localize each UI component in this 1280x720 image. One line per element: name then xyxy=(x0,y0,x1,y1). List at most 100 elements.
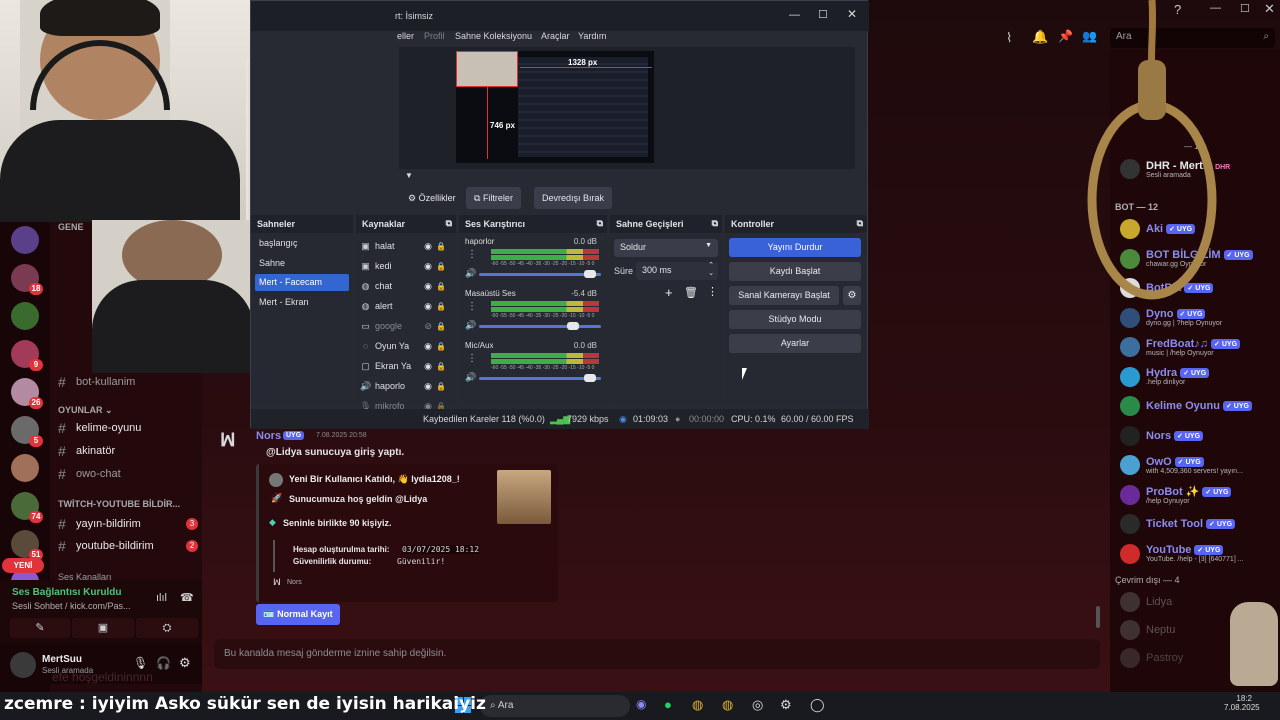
visibility-eye-icon[interactable]: ◉ xyxy=(424,381,432,392)
lock-icon[interactable]: 🔒 xyxy=(436,242,446,251)
nors-avatar[interactable]: ꟽ xyxy=(220,430,244,454)
lock-icon[interactable]: 🔒 xyxy=(436,322,446,331)
server-icon[interactable]: 9 xyxy=(11,340,43,371)
voice-channel[interactable]: Sesli Sohbet / kick.com/Pas... xyxy=(12,601,147,611)
menu-item-tools[interactable]: Araçlar xyxy=(541,31,570,41)
members-icon[interactable]: 👥 xyxy=(1082,29,1097,43)
properties-button[interactable]: ⚙ Özellikler xyxy=(400,187,464,209)
source-item[interactable]: ▢ Ekran Ya ◉ 🔒 xyxy=(360,357,446,375)
channel-menu-icon[interactable]: ⋮ xyxy=(467,249,477,260)
duration-stepper[interactable]: 300 ms ⌃ ⌄ xyxy=(636,262,718,280)
more-options-icon[interactable]: ⋮ xyxy=(707,285,718,298)
avatar[interactable] xyxy=(10,652,36,678)
scene-item[interactable]: Sahne xyxy=(255,255,349,272)
studio-mode-button[interactable]: Stüdyo Modu xyxy=(729,310,861,329)
channel-youtube-bildirim[interactable]: # youtube-bildirim 2 xyxy=(58,536,198,556)
close-icon[interactable]: ✕ xyxy=(847,7,857,21)
menu-item-help[interactable]: Yardım xyxy=(578,31,606,41)
virtual-camera-settings-icon[interactable]: ⚙ xyxy=(843,286,861,305)
chrome-profile-icon[interactable]: ◍ xyxy=(722,697,733,713)
steam-icon[interactable]: ⚙ xyxy=(780,697,792,713)
server-icon[interactable]: 74 xyxy=(11,492,43,523)
channel-bot-kullanim[interactable]: # bot-kullanim xyxy=(58,372,198,392)
member-row-bot[interactable]: YouTube ✓ UYG YouTube. /help - [3] [640771… xyxy=(1120,541,1280,567)
dock-float-icon[interactable]: ⧉ xyxy=(446,218,452,229)
visibility-eye-icon[interactable]: ◉ xyxy=(424,241,432,252)
deactivate-button[interactable]: Devredışı Bırak xyxy=(534,187,613,209)
message-composer[interactable]: Bu kanalda mesaj gönderme iznine sahip d… xyxy=(214,639,1100,669)
visibility-eye-icon[interactable]: ◉ xyxy=(424,361,432,372)
visibility-eye-icon[interactable]: ◉ xyxy=(424,301,432,312)
source-item[interactable]: ▣ kedi ◉ 🔒 xyxy=(360,257,446,275)
member-row-bot[interactable]: Hydra ✓ UYG .help dinliyor xyxy=(1120,364,1280,390)
visibility-eye-icon[interactable]: ⊘ xyxy=(424,321,432,332)
server-icon[interactable]: 51 xyxy=(11,530,43,561)
lock-icon[interactable]: 🔒 xyxy=(436,362,446,371)
server-icon[interactable] xyxy=(11,302,39,330)
maximize-icon[interactable]: ☐ xyxy=(1240,2,1250,15)
normal-register-button[interactable]: 🪪 Normal Kayıt xyxy=(256,604,340,625)
member-row-bot[interactable]: OwO ✓ UYG with 4,509,360 servers! yayın... xyxy=(1120,452,1280,478)
taskbar-clock[interactable]: 18:2 7.08.2025 xyxy=(1224,694,1260,712)
scrollbar[interactable] xyxy=(1096,606,1100,628)
pin-icon[interactable]: 📌 xyxy=(1058,29,1073,43)
visibility-eye-icon[interactable]: ◉ xyxy=(424,341,432,352)
help-icon[interactable]: ? xyxy=(1174,2,1181,17)
dock-float-icon[interactable]: ⧉ xyxy=(597,218,603,229)
slider-handle[interactable] xyxy=(584,270,596,278)
stop-streaming-button[interactable]: Yayını Durdur xyxy=(729,238,861,257)
collapse-arrow-icon[interactable]: ▼ xyxy=(405,171,413,180)
member-row-bot[interactable]: ProBot ✨ ✓ UYG/help Oynuyor xyxy=(1120,482,1280,508)
source-item[interactable]: ▣ halat ◉ 🔒 xyxy=(360,237,446,255)
headphones-icon[interactable]: 🎧 xyxy=(156,656,171,670)
filters-button[interactable]: ⧉ Filtreler xyxy=(466,187,521,209)
channel-menu-icon[interactable]: ⋮ xyxy=(467,301,477,312)
taskbar-search[interactable]: ⌕ Ara xyxy=(480,695,630,717)
category-oyunlar[interactable]: OYUNLAR ⌄ xyxy=(58,405,113,416)
member-row[interactable]: DHR - Mert... DHR Sesli aramada xyxy=(1120,156,1280,182)
chrome-icon[interactable]: ◍ xyxy=(692,697,703,713)
channel-kelime-oyunu[interactable]: # kelime-oyunu xyxy=(58,418,198,438)
slider-handle[interactable] xyxy=(567,322,579,330)
visibility-eye-icon[interactable]: ◉ xyxy=(424,281,432,292)
lock-icon[interactable]: 🔒 xyxy=(436,342,446,351)
server-icon[interactable] xyxy=(11,226,39,254)
speaker-icon[interactable]: 🔊 xyxy=(465,372,476,383)
server-icon[interactable]: 18 xyxy=(11,264,43,295)
member-row-bot[interactable]: FredBoat♪♫ ✓ UYG music | /help Oynuyor xyxy=(1120,334,1280,360)
source-item[interactable]: ◌ Oyun Ya ◉ 🔒 xyxy=(360,337,446,355)
new-badge[interactable]: YENİ xyxy=(2,558,44,573)
source-item[interactable]: ◍ chat ◉ 🔒 xyxy=(360,277,446,295)
source-item[interactable]: ▭ google ⊘ 🔒 xyxy=(360,317,446,335)
channel-owo-chat[interactable]: # owo-chat xyxy=(58,464,198,484)
maximize-icon[interactable]: ☐ xyxy=(818,8,828,21)
menu-item-profile[interactable]: Profil xyxy=(424,31,445,41)
screen-share-button[interactable]: ▣ xyxy=(72,618,134,638)
lock-icon[interactable]: 🔒 xyxy=(436,302,446,311)
minimize-icon[interactable]: — xyxy=(789,9,800,21)
embed-thumbnail[interactable] xyxy=(497,470,551,524)
menu-item[interactable]: eller xyxy=(397,31,414,41)
speaker-icon[interactable]: 🔊 xyxy=(465,268,476,279)
channel-menu-icon[interactable]: ⋮ xyxy=(467,353,477,364)
member-row-bot[interactable]: Dyno ✓ UYG dyno.gg | ?help Oynuyor xyxy=(1120,305,1280,331)
search-input[interactable]: Ara ⌕ xyxy=(1110,28,1275,48)
message-author[interactable]: Nors xyxy=(256,430,281,442)
discord-icon[interactable]: ◉ xyxy=(636,697,646,711)
server-icon[interactable]: 26 xyxy=(11,378,43,409)
slider-handle[interactable] xyxy=(584,374,596,382)
category-twitch-youtube[interactable]: TWİTCH-YOUTUBE BİLDİR... xyxy=(58,499,180,509)
obs-preview[interactable]: 1328 px 746 px xyxy=(399,47,855,169)
source-item[interactable]: 🔊 haporlo ◉ 🔒 xyxy=(360,377,446,395)
channel-akinator[interactable]: # akinatör xyxy=(58,441,198,461)
visibility-eye-icon[interactable]: ◉ xyxy=(424,261,432,272)
member-row-bot[interactable]: Kelime Oyunu ✓ UYG xyxy=(1120,393,1280,419)
video-off-button[interactable]: ✎ xyxy=(10,618,70,638)
volume-slider[interactable] xyxy=(479,374,601,382)
start-recording-button[interactable]: Kaydı Başlat xyxy=(729,262,861,281)
server-icon[interactable]: 5 xyxy=(11,416,43,447)
scene-item[interactable]: Mert - Ekran xyxy=(255,294,349,311)
member-row-bot[interactable]: Aki ✓ UYG xyxy=(1120,216,1280,242)
dock-float-icon[interactable]: ⧉ xyxy=(857,218,863,229)
voice-bars-icon[interactable]: ılıl xyxy=(156,592,167,604)
